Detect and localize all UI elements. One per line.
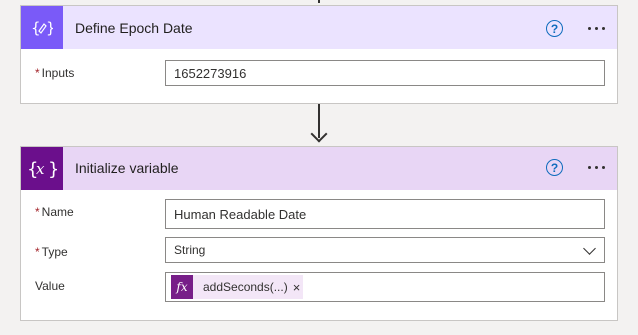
value-field[interactable]: fx addSeconds(...) × [165, 272, 605, 302]
flow-canvas: { } Define Epoch Date ? *Inputs 16522739… [0, 0, 638, 335]
action-title: Define Epoch Date [75, 20, 193, 36]
svg-text:}: } [48, 159, 57, 180]
expression-token-label: addSeconds(...) [203, 280, 288, 294]
remove-token-icon[interactable]: × [293, 280, 304, 295]
connector-arrow-icon [310, 125, 328, 143]
type-select[interactable]: String [165, 237, 605, 263]
more-options-icon[interactable] [588, 159, 605, 175]
help-icon[interactable]: ? [546, 20, 563, 37]
inputs-value: 1652273916 [174, 65, 247, 81]
value-label-text: Value [35, 279, 65, 293]
type-label-text: Type [41, 245, 68, 259]
required-marker: * [35, 245, 40, 259]
inputs-field[interactable]: 1652273916 [165, 60, 605, 86]
action-card-define-epoch-date[interactable]: { } Define Epoch Date ? *Inputs 16522739… [20, 5, 618, 104]
more-options-icon[interactable] [588, 20, 605, 36]
name-label-text: Name [41, 205, 74, 219]
svg-text:}: } [46, 19, 53, 37]
svg-text:x: x [36, 160, 45, 178]
action-title: Initialize variable [75, 160, 179, 176]
variable-icon: { x } [21, 147, 63, 190]
value-label: Value [35, 279, 65, 293]
inputs-label: * Inputs [35, 66, 74, 80]
action-card-header[interactable]: { x } Initialize variable ? [21, 147, 617, 190]
compose-icon: { } [21, 6, 63, 49]
name-label: * Name [35, 205, 74, 219]
chevron-down-icon[interactable] [583, 242, 596, 255]
svg-text:{: { [31, 19, 41, 37]
type-label: * Type [35, 245, 68, 259]
help-icon[interactable]: ? [546, 159, 563, 176]
name-value: Human Readable Date [174, 206, 307, 222]
action-card-header[interactable]: { } Define Epoch Date ? [21, 6, 617, 49]
type-value: String [174, 243, 206, 257]
required-marker: * [35, 66, 40, 80]
expression-token[interactable]: fx addSeconds(...) × [171, 275, 304, 299]
inputs-label-text: Inputs [41, 66, 75, 80]
name-field[interactable]: Human Readable Date [165, 199, 605, 229]
function-icon: fx [171, 275, 193, 299]
connector-line-top [318, 0, 320, 3]
required-marker: * [35, 205, 40, 219]
action-card-initialize-variable[interactable]: { x } Initialize variable ? *Name Human … [20, 146, 618, 321]
